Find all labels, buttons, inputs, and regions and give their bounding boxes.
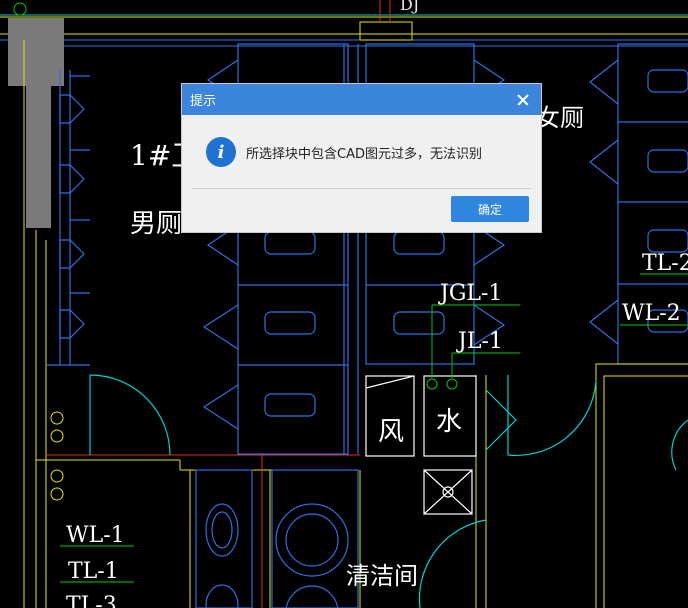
label-pipe-wl2: WL-2 bbox=[622, 301, 681, 326]
top-center-box bbox=[359, 21, 413, 41]
close-icon[interactable] bbox=[515, 92, 531, 108]
pipe-circles-left bbox=[50, 411, 64, 501]
ok-button[interactable]: 确定 bbox=[451, 196, 529, 222]
dialog-message: 所选择块中包含CAD图元过多，无法识别 bbox=[246, 147, 482, 162]
label-pipe-tl3-partial: TL-3 bbox=[66, 593, 117, 608]
label-pipe-wl1: WL-1 bbox=[66, 523, 125, 548]
grid-bubble-top bbox=[13, 2, 27, 16]
label-water-shaft: 水 bbox=[436, 407, 462, 437]
bottom-fixtures bbox=[195, 469, 359, 608]
urinal-row-left bbox=[46, 70, 90, 366]
label-pipe-tl1: TL-1 bbox=[68, 559, 119, 584]
label-women-room-partial: 女厕 bbox=[536, 104, 584, 132]
dialog-titlebar[interactable]: 提示 bbox=[182, 84, 541, 115]
dialog-title: 提示 bbox=[190, 94, 217, 109]
label-top-partial: DJ bbox=[400, 0, 419, 14]
pipe-leaders bbox=[60, 273, 688, 583]
label-pipe-tl2: TL-2 bbox=[642, 251, 688, 276]
info-icon: i bbox=[206, 137, 236, 167]
label-men-room: 男厕 bbox=[130, 209, 182, 239]
label-cleaning-room: 清洁间 bbox=[346, 562, 418, 590]
grey-column-top bbox=[8, 18, 64, 86]
label-pipe-jgl1: JGL-1 bbox=[438, 281, 502, 306]
dialog-divider bbox=[192, 188, 531, 189]
top-wall-lines bbox=[0, 16, 688, 35]
alert-dialog: 提示 i 所选择块中包含CAD图元过多，无法识别 确定 bbox=[182, 84, 541, 232]
dialog-body: i 所选择块中包含CAD图元过多，无法识别 bbox=[182, 115, 541, 189]
label-wind-shaft: 风 bbox=[378, 417, 404, 447]
label-pipe-jl1: JL-1 bbox=[456, 329, 503, 354]
grey-column-shaft bbox=[26, 86, 51, 228]
